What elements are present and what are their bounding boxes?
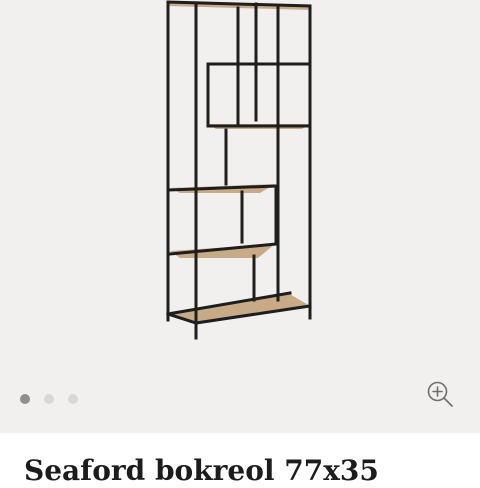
gallery-dot-3[interactable] xyxy=(68,394,78,404)
product-title: Seaford bokreol 77x35 xyxy=(24,454,379,487)
zoom-in-icon[interactable] xyxy=(426,380,454,408)
gallery-dot-1[interactable] xyxy=(20,394,30,404)
gallery-dot-2[interactable] xyxy=(44,394,54,404)
product-image-bookcase xyxy=(166,0,312,340)
product-gallery[interactable] xyxy=(0,0,480,433)
